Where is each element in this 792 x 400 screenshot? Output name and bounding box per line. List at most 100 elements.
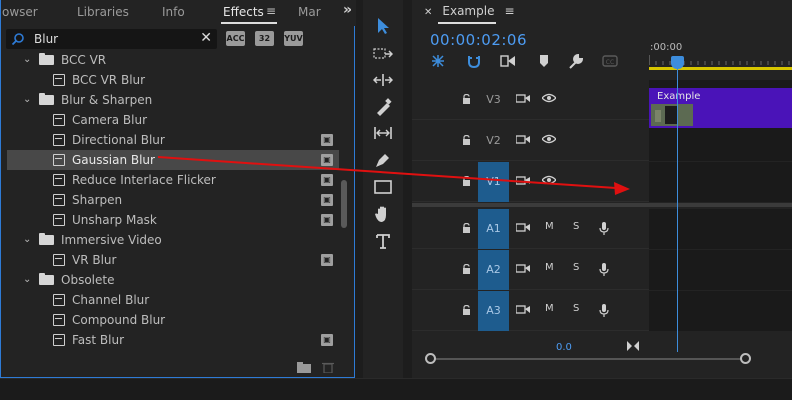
effect-icon	[53, 254, 65, 266]
effect-item[interactable]: Fast Blur ▣	[7, 330, 339, 350]
track-content-area[interactable]	[649, 291, 792, 331]
type-tool-icon[interactable]	[371, 229, 395, 253]
tab-overflow-icon[interactable]: »	[343, 2, 352, 18]
work-area-bar[interactable]	[649, 67, 792, 70]
sync-lock-icon[interactable]	[515, 222, 530, 235]
effect-item[interactable]: VR Blur ▣	[7, 250, 339, 270]
track-target-a1[interactable]: A1	[478, 209, 509, 249]
slip-tool-icon[interactable]	[371, 121, 395, 145]
effects-panel: owser Libraries Info Effects ≡ Mar » ✕ A…	[0, 0, 356, 378]
toggle-output-eye-icon[interactable]	[541, 93, 557, 106]
add-marker-icon[interactable]	[536, 53, 552, 69]
yuv-effects-filter[interactable]: YUV	[284, 31, 303, 46]
effects-scrollbar[interactable]	[341, 180, 347, 228]
razor-tool-icon[interactable]	[371, 95, 395, 119]
playhead-timecode[interactable]: 00:00:02:06	[430, 31, 527, 49]
track-content-area[interactable]	[649, 209, 792, 249]
effect-folder[interactable]: ⌄ Blur & Sharpen	[7, 90, 339, 110]
chevron-down-icon[interactable]: ⌄	[23, 90, 35, 110]
effect-label: Sharpen	[72, 193, 123, 207]
sync-lock-icon[interactable]	[515, 263, 530, 276]
effect-icon	[53, 314, 65, 326]
sync-lock-icon[interactable]	[515, 134, 530, 147]
close-sequence-icon[interactable]: ✕	[424, 7, 432, 18]
chevron-down-icon[interactable]: ⌄	[23, 50, 35, 70]
hand-tool-icon[interactable]	[371, 202, 395, 226]
solo-track-button[interactable]: S	[573, 221, 579, 232]
track-target-a3[interactable]: A3	[478, 291, 509, 331]
mute-track-button[interactable]: M	[545, 303, 554, 314]
timeline-horizontal-scroll[interactable]	[430, 358, 750, 360]
timeline-bottom-bar: 0.0	[412, 340, 792, 378]
track-target-v3[interactable]: V3	[478, 80, 509, 120]
timeline-menu-icon[interactable]: ≡	[504, 4, 514, 18]
sync-lock-icon[interactable]	[515, 304, 530, 317]
zoom-value: 0.0	[556, 342, 572, 353]
track-content-area[interactable]	[649, 162, 792, 202]
track-target-v1[interactable]: V1	[478, 162, 509, 202]
effect-label: Unsharp Mask	[72, 213, 157, 227]
video-audio-divider[interactable]	[412, 203, 792, 207]
solo-track-button[interactable]: S	[573, 303, 579, 314]
track-target-a2[interactable]: A2	[478, 250, 509, 290]
track-content-area[interactable]	[649, 250, 792, 290]
scroll-handle-right[interactable]	[740, 353, 751, 364]
voice-over-record-icon[interactable]	[599, 263, 609, 280]
tab-info[interactable]: Info	[162, 5, 185, 19]
effect-item[interactable]: Directional Blur ▣	[7, 130, 339, 150]
effect-item[interactable]: Channel Blur	[7, 290, 339, 310]
effect-item[interactable]: Gaussian Blur ▣	[7, 150, 339, 170]
playhead-line[interactable]	[677, 60, 678, 352]
voice-over-record-icon[interactable]	[599, 304, 609, 321]
effect-item[interactable]: Sharpen ▣	[7, 190, 339, 210]
effects-search-input[interactable]	[34, 30, 194, 48]
clear-search-icon[interactable]: ✕	[200, 30, 212, 46]
track-select-tool-icon[interactable]	[371, 42, 395, 66]
effects-panel-menu-icon[interactable]: ≡	[266, 4, 276, 18]
effect-item[interactable]: BCC VR Blur	[7, 70, 339, 90]
rectangle-tool-icon[interactable]	[371, 175, 395, 199]
solo-track-button[interactable]: S	[573, 262, 579, 273]
mute-track-button[interactable]: M	[545, 221, 554, 232]
timeline-tab[interactable]: ✕ Example ≡	[424, 4, 515, 18]
chevron-down-icon[interactable]: ⌄	[23, 270, 35, 290]
scroll-handle-left[interactable]	[425, 353, 436, 364]
tab-markers[interactable]: Mar	[298, 5, 321, 19]
new-bin-icon[interactable]	[297, 362, 311, 373]
effect-item[interactable]: Compound Blur	[7, 310, 339, 330]
accelerated-effect-icon: ▣	[321, 134, 333, 146]
video-clip[interactable]: Example	[649, 88, 792, 128]
playhead-handle[interactable]	[671, 56, 684, 69]
pen-tool-icon[interactable]	[371, 148, 395, 172]
toggle-output-eye-icon[interactable]	[541, 175, 557, 188]
effect-item[interactable]: Unsharp Mask ▣	[7, 210, 339, 230]
accelerated-effects-filter[interactable]: ACC	[226, 31, 245, 46]
effect-folder[interactable]: ⌄ BCC VR	[7, 50, 339, 70]
32bit-effects-filter[interactable]: 32	[255, 31, 274, 46]
effect-folder[interactable]: ⌄ Immersive Video	[7, 230, 339, 250]
timeline-settings-icon[interactable]	[568, 53, 584, 69]
fit-sequence-icon[interactable]	[627, 341, 639, 351]
linked-selection-icon[interactable]	[500, 53, 516, 69]
nest-toggle-icon[interactable]	[430, 53, 446, 69]
sync-lock-icon[interactable]	[515, 175, 530, 188]
selection-tool-icon[interactable]	[371, 14, 395, 38]
toggle-output-eye-icon[interactable]	[541, 134, 557, 147]
sync-lock-icon[interactable]	[515, 93, 530, 106]
captions-icon[interactable]: CC	[602, 53, 618, 69]
effect-folder[interactable]: ⌄ Obsolete	[7, 270, 339, 290]
delete-icon[interactable]	[321, 362, 335, 373]
tab-media-browser[interactable]: owser	[2, 5, 38, 19]
snap-icon[interactable]	[466, 53, 482, 69]
voice-over-record-icon[interactable]	[599, 222, 609, 239]
timeline-panel: ✕ Example ≡ 00:00:02:06 :00:00 CC V3 V2 …	[412, 0, 792, 378]
ripple-edit-tool-icon[interactable]	[371, 68, 395, 92]
mute-track-button[interactable]: M	[545, 262, 554, 273]
effect-item[interactable]: Reduce Interlace Flicker ▣	[7, 170, 339, 190]
track-target-v2[interactable]: V2	[478, 121, 509, 161]
tab-effects[interactable]: Effects	[223, 5, 264, 19]
tab-libraries[interactable]: Libraries	[77, 5, 129, 19]
effect-item[interactable]: Camera Blur	[7, 110, 339, 130]
chevron-down-icon[interactable]: ⌄	[23, 230, 35, 250]
search-icon	[11, 33, 24, 46]
